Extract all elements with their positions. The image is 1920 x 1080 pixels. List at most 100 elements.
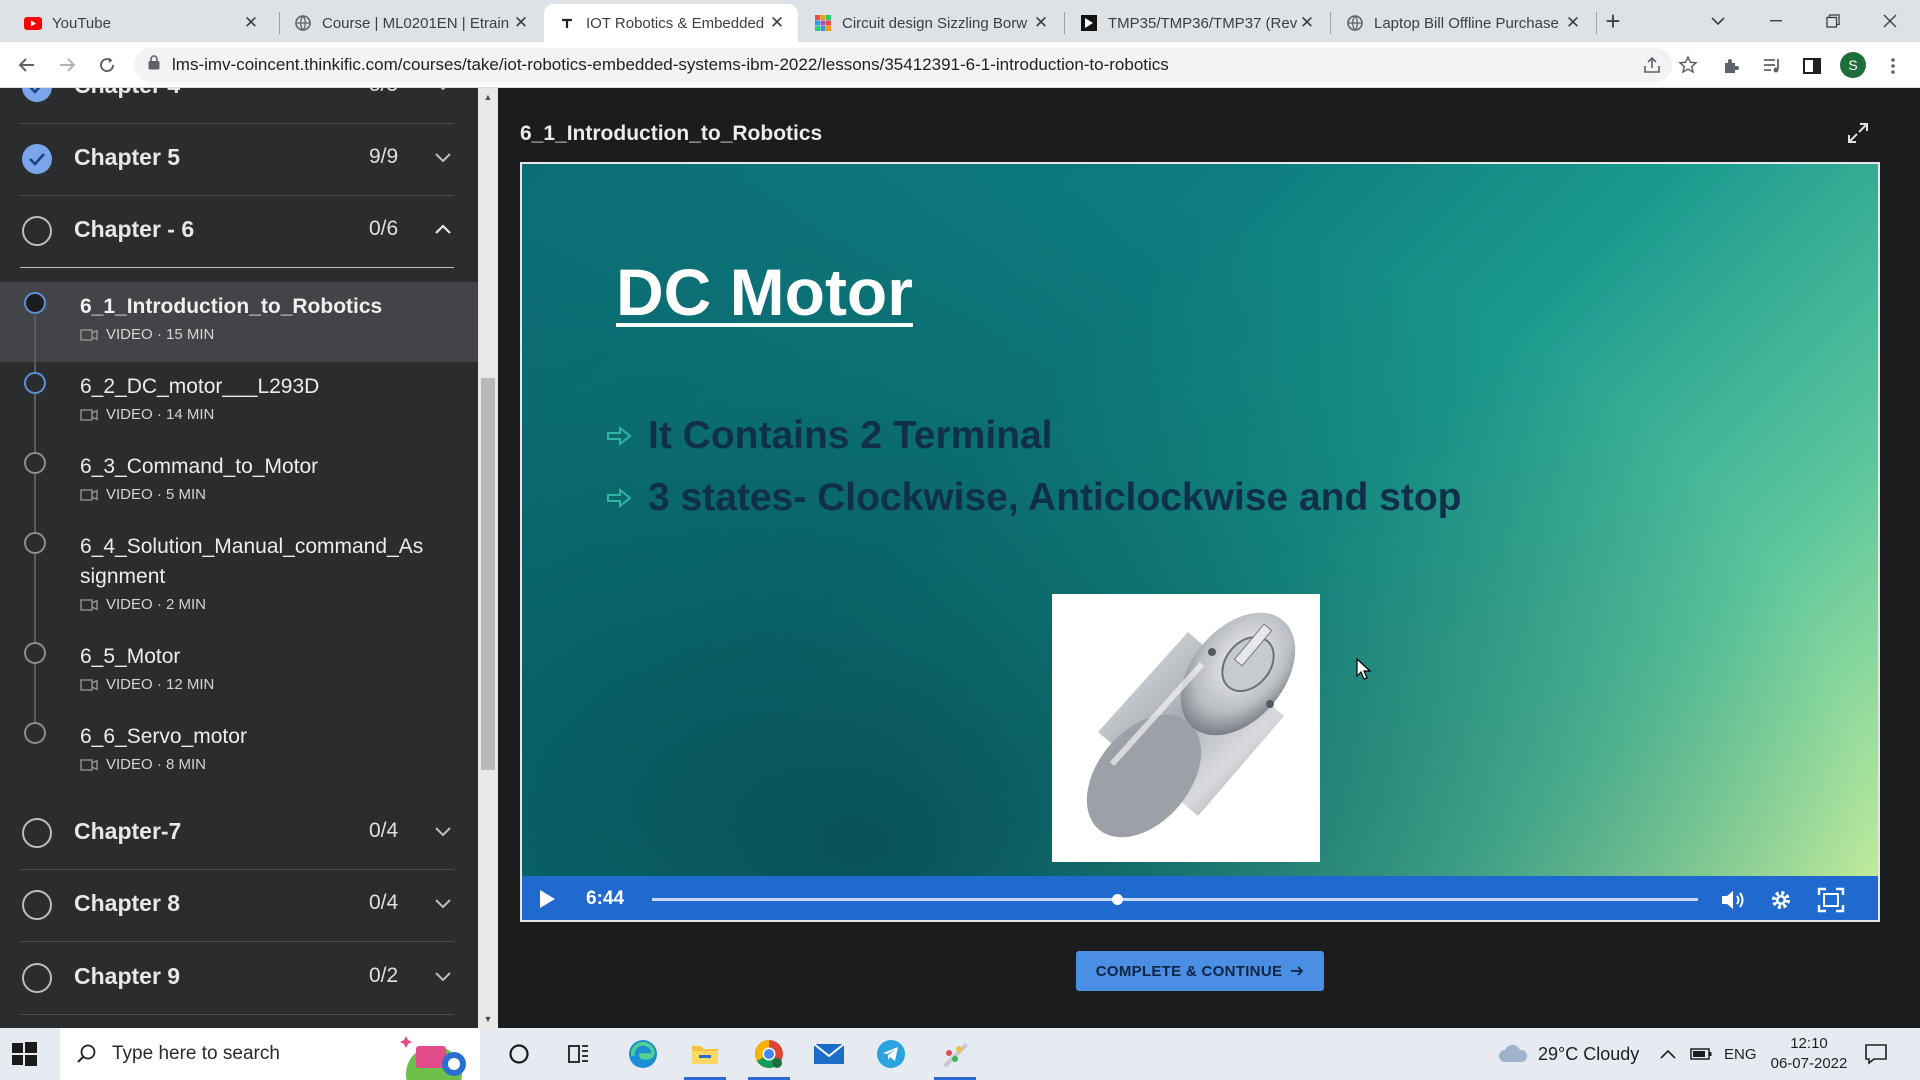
language-indicator[interactable]: ENG <box>1724 1028 1757 1080</box>
notifications-button[interactable] <box>1864 1028 1888 1080</box>
minimize-button[interactable] <box>1748 0 1804 42</box>
close-icon[interactable]: ✕ <box>1032 13 1050 32</box>
folder-icon <box>692 1046 718 1064</box>
edge-icon <box>629 1040 657 1068</box>
tab-search-button[interactable] <box>1690 0 1746 42</box>
settings-gear-icon[interactable] <box>1766 886 1796 914</box>
chapter-7[interactable]: Chapter-7 0/4 <box>20 798 454 870</box>
back-button[interactable] <box>12 50 42 80</box>
lesson-duration: VIDEO · 15 MIN <box>106 326 215 343</box>
chapter-name: Chapter 8 <box>74 890 181 916</box>
lesson-item-6-4[interactable]: 6_4_Solution_Manual_command_As signment … <box>0 522 478 632</box>
chapter-4[interactable]: Chapter 4 5/5 <box>20 88 454 124</box>
reload-button[interactable] <box>92 50 122 80</box>
lesson-item-6-5[interactable]: 6_5_Motor VIDEO · 12 MIN <box>0 632 478 712</box>
chrome-app[interactable] <box>742 1032 796 1080</box>
complete-continue-button[interactable]: COMPLETE & CONTINUE <box>1076 951 1324 991</box>
lesson-duration: VIDEO · 14 MIN <box>106 406 215 423</box>
tab-circuit-design[interactable]: Circuit design Sizzling Borw ✕ <box>800 4 1062 42</box>
new-tab-button[interactable]: + <box>1598 6 1628 36</box>
close-window-button[interactable] <box>1862 0 1918 42</box>
chapter-6[interactable]: Chapter - 6 0/6 <box>20 196 454 268</box>
chapter-8[interactable]: Chapter 8 0/4 <box>20 870 454 942</box>
telegram-icon <box>877 1040 905 1068</box>
lesson-meta: VIDEO · 15 MIN <box>80 326 214 343</box>
tab-etrain[interactable]: Course | ML0201EN | Etrain ✕ <box>280 4 542 42</box>
profile-avatar[interactable]: S <box>1840 52 1866 78</box>
extensions-icon[interactable] <box>1720 55 1742 77</box>
expand-icon[interactable] <box>1846 121 1870 145</box>
arrow-left-icon <box>18 58 34 72</box>
empty-circle-icon <box>22 818 52 848</box>
close-icon[interactable]: ✕ <box>768 13 786 32</box>
lesson-item-6-2[interactable]: 6_2_DC_motor___L293D VIDEO · 14 MIN <box>0 362 478 442</box>
address-bar[interactable]: lms-imv-coincent.thinkific.com/courses/t… <box>134 48 1698 82</box>
clock-date: 06-07-2022 <box>1770 1055 1848 1072</box>
lesson-meta: VIDEO · 2 MIN <box>80 596 206 613</box>
empty-circle-icon <box>22 890 52 920</box>
play-icon[interactable] <box>536 887 558 911</box>
side-panel-icon[interactable] <box>1801 55 1823 77</box>
system-clock[interactable]: 12:10 06-07-2022 <box>1764 1034 1854 1074</box>
taskbar-search-box[interactable]: Type here to search <box>60 1028 480 1080</box>
notification-icon <box>1865 1044 1887 1065</box>
fullscreen-icon[interactable] <box>1816 886 1846 914</box>
seek-bar[interactable] <box>652 894 1698 905</box>
chapter-progress: 0/4 <box>369 891 399 914</box>
chapter-progress: 0/2 <box>369 964 399 987</box>
seek-handle[interactable] <box>1112 894 1124 905</box>
mail-icon <box>813 1043 845 1064</box>
chapter-5[interactable]: Chapter 5 9/9 <box>20 124 454 196</box>
tab-title: Laptop Bill Offline Purchase <box>1374 14 1559 32</box>
scrollbar-thumb[interactable] <box>481 378 495 770</box>
task-view-button[interactable] <box>552 1032 606 1076</box>
cortana-button[interactable] <box>492 1032 546 1076</box>
bullet-text: It Contains 2 Terminal <box>648 414 1053 457</box>
lesson-item-6-3[interactable]: 6_3_Command_to_Motor VIDEO · 5 MIN <box>0 442 478 522</box>
show-hidden-icons-button[interactable] <box>1660 1028 1676 1080</box>
more-menu-icon[interactable] <box>1882 55 1904 77</box>
chevron-down-icon <box>1711 17 1725 26</box>
file-explorer-app[interactable] <box>678 1032 732 1080</box>
tab-tmp35[interactable]: TMP35/TMP36/TMP37 (Rev ✕ <box>1066 4 1328 42</box>
tab-youtube[interactable]: YouTube ✕ <box>10 4 272 42</box>
telegram-app[interactable] <box>864 1032 918 1076</box>
windows-start-icon[interactable] <box>10 1040 38 1068</box>
share-icon[interactable] <box>1642 55 1662 75</box>
tab-laptop-bill[interactable]: Laptop Bill Offline Purchase ✕ <box>1332 4 1594 42</box>
course-player-page: Chapter 4 5/5 Chapter 5 9/9 Chapter - 6 … <box>0 88 1920 1028</box>
lesson-meta: VIDEO · 14 MIN <box>80 406 214 423</box>
weather-widget[interactable]: 29°C Cloudy <box>1498 1028 1639 1080</box>
chapter-9[interactable]: Chapter 9 0/2 <box>20 943 454 1015</box>
lesson-duration: VIDEO · 8 MIN <box>106 756 207 773</box>
close-icon[interactable]: ✕ <box>242 13 260 32</box>
video-icon <box>80 598 98 611</box>
scroll-up-icon[interactable]: ▲ <box>478 88 498 106</box>
battery-button[interactable] <box>1690 1028 1712 1080</box>
sidebar-scrollbar[interactable]: ▲ ▼ <box>478 88 498 1028</box>
video-icon <box>80 758 98 771</box>
lesson-item-6-1[interactable]: 6_1_Introduction_to_Robotics VIDEO · 15 … <box>0 282 478 362</box>
lesson-name: 6_6_Servo_motor <box>80 725 247 748</box>
media-control-icon[interactable] <box>1761 55 1783 77</box>
globe-icon <box>1346 14 1364 32</box>
cloud-icon <box>1499 1044 1528 1062</box>
close-icon[interactable]: ✕ <box>1564 13 1582 32</box>
chevron-down-icon <box>435 899 451 909</box>
forward-button[interactable] <box>52 50 82 80</box>
paint-app[interactable] <box>928 1032 982 1080</box>
video-player[interactable]: DC Motor It Contains 2 Terminal 3 states… <box>520 162 1880 922</box>
tab-strip: YouTube ✕ Course | ML0201EN | Etrain ✕ I… <box>0 0 1920 42</box>
volume-icon[interactable] <box>1718 886 1748 914</box>
close-icon[interactable]: ✕ <box>1298 13 1316 32</box>
edge-app[interactable] <box>616 1032 670 1076</box>
analog-icon <box>1080 14 1098 32</box>
scroll-down-icon[interactable]: ▼ <box>478 1010 498 1028</box>
close-icon[interactable]: ✕ <box>512 13 530 32</box>
mail-app[interactable] <box>802 1032 856 1076</box>
tab-iot-robotics[interactable]: IOT Robotics & Embedded S ✕ <box>544 4 798 42</box>
restore-button[interactable] <box>1805 0 1861 42</box>
lesson-item-6-6[interactable]: 6_6_Servo_motor VIDEO · 8 MIN <box>0 712 478 792</box>
slide-heading: DC Motor <box>616 255 913 329</box>
star-icon[interactable] <box>1678 55 1698 75</box>
